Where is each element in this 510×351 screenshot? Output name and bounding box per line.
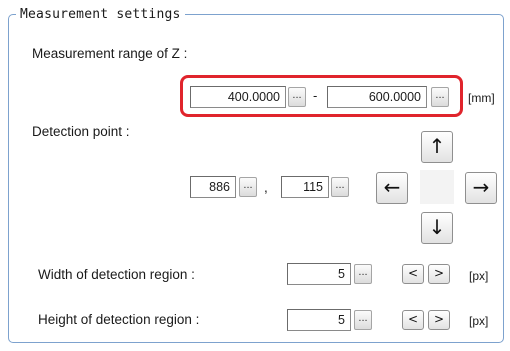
z-range-separator: - <box>313 88 318 103</box>
z-min-field[interactable]: 400.0000 <box>190 86 286 108</box>
height-region-label: Height of detection region : <box>38 312 200 327</box>
arrow-right-icon: → <box>472 175 490 199</box>
height-region-unit: [px] <box>469 314 489 328</box>
arrow-up-icon: ↑ <box>428 134 446 158</box>
height-increase-button[interactable]: > <box>428 310 450 330</box>
width-region-browse-button[interactable]: ... <box>354 264 372 284</box>
height-region-browse-button[interactable]: ... <box>354 310 372 330</box>
group-title: Measurement settings <box>16 7 185 22</box>
detection-point-separator: , <box>264 180 268 195</box>
width-region-unit: [px] <box>469 269 489 283</box>
detection-x-field[interactable]: 886 <box>190 176 236 198</box>
arrow-down-icon: ↓ <box>428 215 446 239</box>
z-min-browse-button[interactable]: ... <box>288 87 306 107</box>
move-left-button[interactable]: ← <box>376 172 408 204</box>
height-decrease-button[interactable]: < <box>402 310 424 330</box>
width-region-label: Width of detection region : <box>38 267 195 282</box>
arrow-left-icon: ← <box>383 175 401 199</box>
z-max-field[interactable]: 600.0000 <box>327 86 427 108</box>
detection-x-browse-button[interactable]: ... <box>239 177 257 197</box>
width-region-field[interactable]: 5 <box>287 263 351 285</box>
detection-y-browse-button[interactable]: ... <box>331 177 349 197</box>
direction-pad-center <box>420 170 454 204</box>
move-up-button[interactable]: ↑ <box>421 131 453 163</box>
move-right-button[interactable]: → <box>465 172 497 204</box>
move-down-button[interactable]: ↓ <box>421 212 453 244</box>
z-range-unit: [mm] <box>468 91 495 105</box>
width-decrease-button[interactable]: < <box>402 264 424 284</box>
z-max-browse-button[interactable]: ... <box>431 87 449 107</box>
detection-point-label: Detection point : <box>32 124 130 139</box>
z-range-label: Measurement range of Z : <box>32 46 188 61</box>
height-region-field[interactable]: 5 <box>287 309 351 331</box>
width-increase-button[interactable]: > <box>428 264 450 284</box>
detection-y-field[interactable]: 115 <box>281 176 329 198</box>
